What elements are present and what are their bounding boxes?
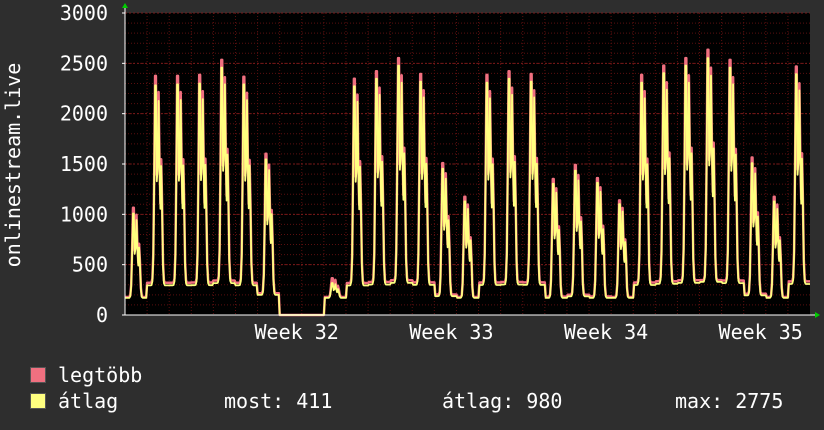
y-tick-label: 2000 (60, 102, 108, 126)
x-tick-label: Week 33 (409, 320, 493, 344)
y-tick-label: 1000 (60, 202, 108, 226)
y-axis-arrow-icon (122, 3, 128, 8)
traffic-chart: 050010001500200025003000 Week 32 Week 33 W… (1, 1, 820, 344)
y-tick-label: 500 (72, 253, 108, 277)
y-tick-label: 0 (96, 303, 108, 327)
x-tick-labels: Week 32 Week 33 Week 34 Week 35 (255, 320, 803, 344)
x-tick-label: Week 34 (564, 320, 648, 344)
y-tick-labels: 0 500 1000 1500 2000 2500 3000 (60, 1, 125, 327)
y-axis-label: onlinestream.live (1, 63, 25, 268)
y-tick-label: 1500 (60, 152, 108, 176)
y-tick-label: 3000 (60, 1, 108, 25)
x-axis-arrow-icon (815, 312, 820, 318)
x-tick-label: Week 32 (255, 320, 339, 344)
x-tick-label: Week 35 (719, 320, 803, 344)
y-tick-label: 2500 (60, 51, 108, 75)
